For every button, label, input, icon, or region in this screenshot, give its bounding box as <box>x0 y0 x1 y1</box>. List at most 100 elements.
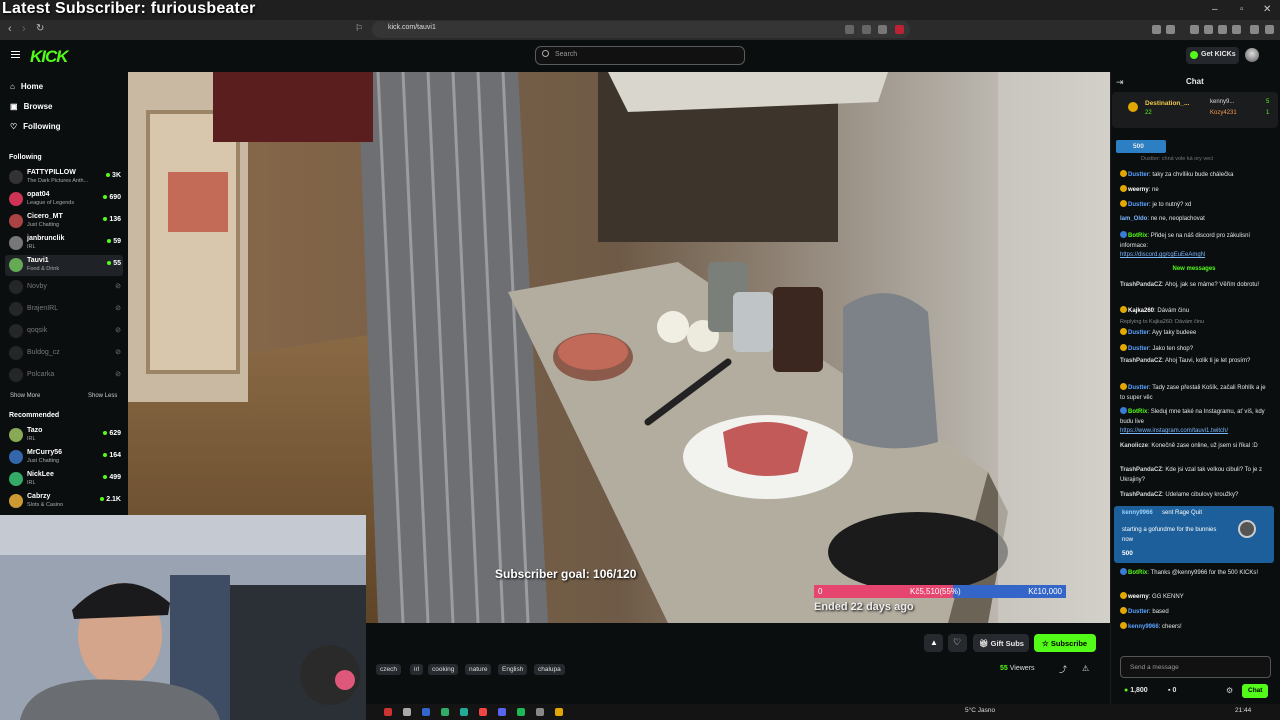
chat-username[interactable]: weerny <box>1128 187 1149 193</box>
brave-rewards-icon[interactable] <box>895 25 904 34</box>
taskbar-app-icon[interactable] <box>479 708 487 716</box>
extension-icon[interactable] <box>1190 25 1199 34</box>
chat-username[interactable]: TrashPandaCZ <box>1120 282 1162 288</box>
subscribe-button[interactable]: ☆ Subscribe <box>1034 634 1096 652</box>
share-icon[interactable] <box>862 25 871 34</box>
kick-logo[interactable]: KICK <box>30 47 69 67</box>
sidebar-item-following[interactable]: ♡ Following <box>10 122 61 131</box>
extension-icon[interactable] <box>1166 25 1175 34</box>
chat-username[interactable]: BotRix <box>1128 409 1147 415</box>
chat-username[interactable]: Dustter <box>1128 346 1149 352</box>
following-channel[interactable]: Polcarka ⊘ <box>5 365 123 386</box>
new-messages-divider: New messages <box>1172 266 1216 272</box>
goal-start-label: 0 <box>818 587 823 596</box>
profile-icon[interactable] <box>1250 25 1259 34</box>
gift-subs-button[interactable]: 🎁︎ Gift Subs <box>973 634 1029 652</box>
chat-input[interactable]: Send a message <box>1120 656 1271 678</box>
taskbar-app-icon[interactable] <box>536 708 544 716</box>
taskbar-app-icon[interactable] <box>555 708 563 716</box>
send-chat-button[interactable]: Chat <box>1242 684 1268 698</box>
taskbar-app-icon[interactable] <box>498 708 506 716</box>
maximize-icon[interactable]: ▫ <box>1240 4 1244 15</box>
taskbar-app-icon[interactable] <box>422 708 430 716</box>
chat-username[interactable]: BotRix <box>1128 233 1147 239</box>
following-channel[interactable]: Novby ⊘ <box>5 277 123 298</box>
recommended-channel[interactable]: Cabrzy Slots & Casino 2.1K <box>5 491 123 512</box>
chat-username[interactable]: Dustter <box>1128 330 1149 336</box>
viewer-number: 55 <box>113 260 121 267</box>
following-channel[interactable]: Cicero_MT Just Chatting 136 <box>5 211 123 232</box>
avatar[interactable] <box>1245 48 1259 62</box>
chat-username[interactable]: Iam_Oldo <box>1120 216 1147 222</box>
following-channel[interactable]: BrajenIRL ⊘ <box>5 299 123 320</box>
chat-username[interactable]: Dustter <box>1128 609 1149 615</box>
recommended-channel[interactable]: MrCurry56 Just Chatting 164 <box>5 447 123 468</box>
taskbar-app-icon[interactable] <box>460 708 468 716</box>
search-input[interactable]: Search <box>535 46 745 65</box>
taskbar-app-icon[interactable] <box>517 708 525 716</box>
stream-tag[interactable]: nature <box>465 664 492 675</box>
get-kicks-button[interactable]: Get KICKs <box>1186 47 1239 64</box>
extension-icon[interactable] <box>1218 25 1227 34</box>
stream-tag[interactable]: czech <box>376 664 401 675</box>
following-channel[interactable]: Tauvi1 Food & Drink 55 <box>5 255 123 276</box>
bookmark-icon[interactable]: ⚐ <box>355 23 363 34</box>
address-bar[interactable]: kick.com/tauvi1 <box>372 21 910 38</box>
sidebar-item-home[interactable]: ⌂ Home <box>10 82 43 91</box>
following-channel[interactable]: Buldog_cz ⊘ <box>5 343 123 364</box>
chat-username[interactable]: TrashPandaCZ <box>1120 467 1162 473</box>
stream-tag[interactable]: irl <box>410 664 424 675</box>
chat-settings-icon[interactable]: ⚙ <box>1226 686 1233 695</box>
chat-username[interactable]: TrashPandaCZ <box>1120 358 1162 364</box>
translate-icon[interactable] <box>845 25 854 34</box>
share-icon[interactable]: ⤴ <box>1059 664 1067 675</box>
minimize-icon[interactable]: – <box>1212 4 1218 15</box>
taskbar-app-icon[interactable] <box>384 708 392 716</box>
reload-icon[interactable]: ↻ <box>36 23 44 34</box>
report-icon[interactable]: ⚠ <box>1082 664 1089 673</box>
following-channel[interactable]: janbrunclik IRL 59 <box>5 233 123 254</box>
viewer-number: 3K <box>112 172 121 179</box>
show-less-link[interactable]: Show Less <box>88 393 117 399</box>
following-channel[interactable]: opat04 League of Legends 690 <box>5 189 123 210</box>
chat-link[interactable]: https://www.instagram.com/tauvi1.twitch/ <box>1120 428 1228 434</box>
recommended-channel[interactable]: Tazo IRL 629 <box>5 425 123 446</box>
stream-tag[interactable]: chalupa <box>534 664 565 675</box>
taskbar-app-icon[interactable] <box>403 708 411 716</box>
chat-username[interactable]: weerny <box>1128 594 1149 600</box>
menu-icon[interactable] <box>1265 25 1274 34</box>
extension-icon[interactable] <box>1232 25 1241 34</box>
back-icon[interactable]: ‹ <box>8 23 12 35</box>
brave-shield-icon[interactable] <box>878 25 887 34</box>
sidebar-item-browse[interactable]: ▣ Browse <box>10 102 52 111</box>
collapse-chat-icon[interactable]: ⇥ <box>1116 77 1124 88</box>
taskbar-app-icon[interactable] <box>441 708 449 716</box>
chat-link[interactable]: https://discord.gg/cgEuEeAmgN <box>1120 252 1205 258</box>
recommended-channel[interactable]: NickLee IRL 499 <box>5 469 123 490</box>
hamburger-icon[interactable] <box>11 51 20 58</box>
channel-name: FATTYPILLOW <box>27 169 76 176</box>
stream-tag[interactable]: cooking <box>428 664 459 675</box>
chat-username[interactable]: kenny9966 <box>1128 624 1159 630</box>
follow-heart-icon[interactable]: ♡ <box>948 634 967 652</box>
chat-username[interactable]: Kajka260 <box>1128 308 1154 314</box>
show-more-link[interactable]: Show More <box>10 393 40 399</box>
chat-username[interactable]: Kanolicze <box>1120 443 1148 449</box>
close-icon[interactable]: ✕ <box>1263 4 1271 15</box>
following-channel[interactable]: qoqsik ⊘ <box>5 321 123 342</box>
following-channel[interactable]: FATTYPILLOW The Dark Pictures Anth... 3K <box>5 167 123 188</box>
extension-icon[interactable] <box>1152 25 1161 34</box>
chat-username[interactable]: Dustter <box>1128 385 1149 391</box>
chat-username[interactable]: BotRix <box>1128 570 1147 576</box>
chat-username[interactable]: TrashPandaCZ <box>1120 492 1162 498</box>
stream-tag[interactable]: English <box>498 664 528 675</box>
extension-icon[interactable] <box>1204 25 1213 34</box>
goal-status: Ended 22 days ago <box>814 601 914 613</box>
forward-icon[interactable]: › <box>22 23 26 35</box>
chat-username[interactable]: Dustter <box>1128 172 1149 178</box>
channel-viewers: 499 <box>103 474 121 481</box>
chat-badge-icon <box>1120 170 1127 177</box>
chat-username[interactable]: Dustter <box>1128 202 1149 208</box>
notification-bell-icon[interactable]: ▲ <box>924 634 943 652</box>
kicks-pinned-badge[interactable]: 500 <box>1116 140 1166 153</box>
